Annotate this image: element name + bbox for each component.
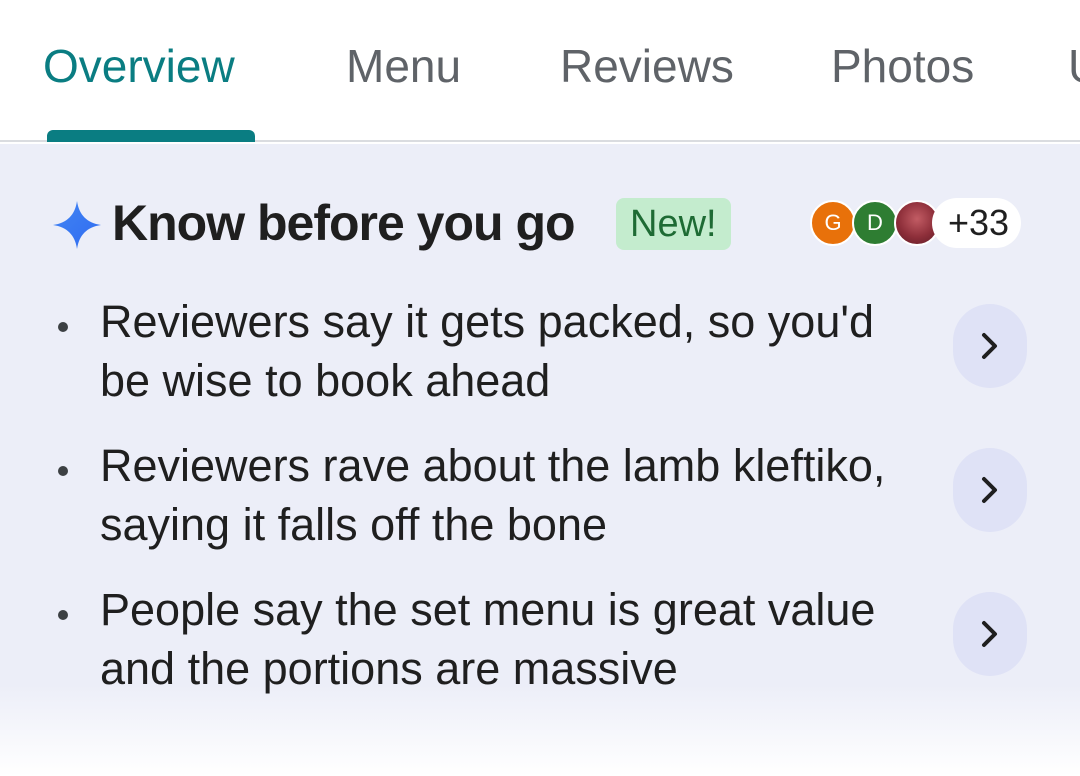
list-item-text: Reviewers rave about the lamb kleftiko, …	[100, 440, 886, 550]
chevron-right-icon	[982, 477, 997, 503]
tab-bar: Overview Menu Reviews Photos U	[0, 0, 1080, 142]
place-details-panel: Overview Menu Reviews Photos U Know befo…	[0, 0, 1080, 776]
sparkle-icon	[53, 201, 101, 249]
avatar: G	[810, 200, 856, 246]
expand-button[interactable]	[953, 304, 1027, 388]
expand-button[interactable]	[953, 592, 1027, 676]
contributor-avatars[interactable]: G D +33	[810, 198, 1022, 248]
bullet-icon	[58, 322, 68, 332]
tab-photos[interactable]: Photos	[831, 36, 974, 96]
tab-reviews[interactable]: Reviews	[560, 36, 734, 96]
know-before-you-go-card: Know before you go New! G D +33 Reviewer…	[0, 144, 1080, 776]
list-item-text: Reviewers say it gets packed, so you'd b…	[100, 296, 874, 406]
list-item[interactable]: Reviewers rave about the lamb kleftiko, …	[0, 436, 1080, 566]
expand-button[interactable]	[953, 448, 1027, 532]
more-contributors-count: +33	[932, 198, 1022, 248]
chevron-right-icon	[982, 333, 997, 359]
tab-overview[interactable]: Overview	[43, 36, 235, 96]
list-item[interactable]: Reviewers say it gets packed, so you'd b…	[0, 292, 1080, 422]
bullet-icon	[58, 466, 68, 476]
list-item-text: People say the set menu is great value a…	[100, 584, 876, 694]
tab-next-partial[interactable]: U	[1068, 36, 1080, 96]
active-tab-indicator	[47, 130, 255, 142]
chevron-right-icon	[982, 621, 997, 647]
new-badge: New!	[616, 198, 731, 250]
tab-menu[interactable]: Menu	[346, 36, 461, 96]
list-item[interactable]: People say the set menu is great value a…	[0, 580, 1080, 710]
card-title: Know before you go	[112, 195, 576, 251]
avatar: D	[852, 200, 898, 246]
bullet-icon	[58, 610, 68, 620]
